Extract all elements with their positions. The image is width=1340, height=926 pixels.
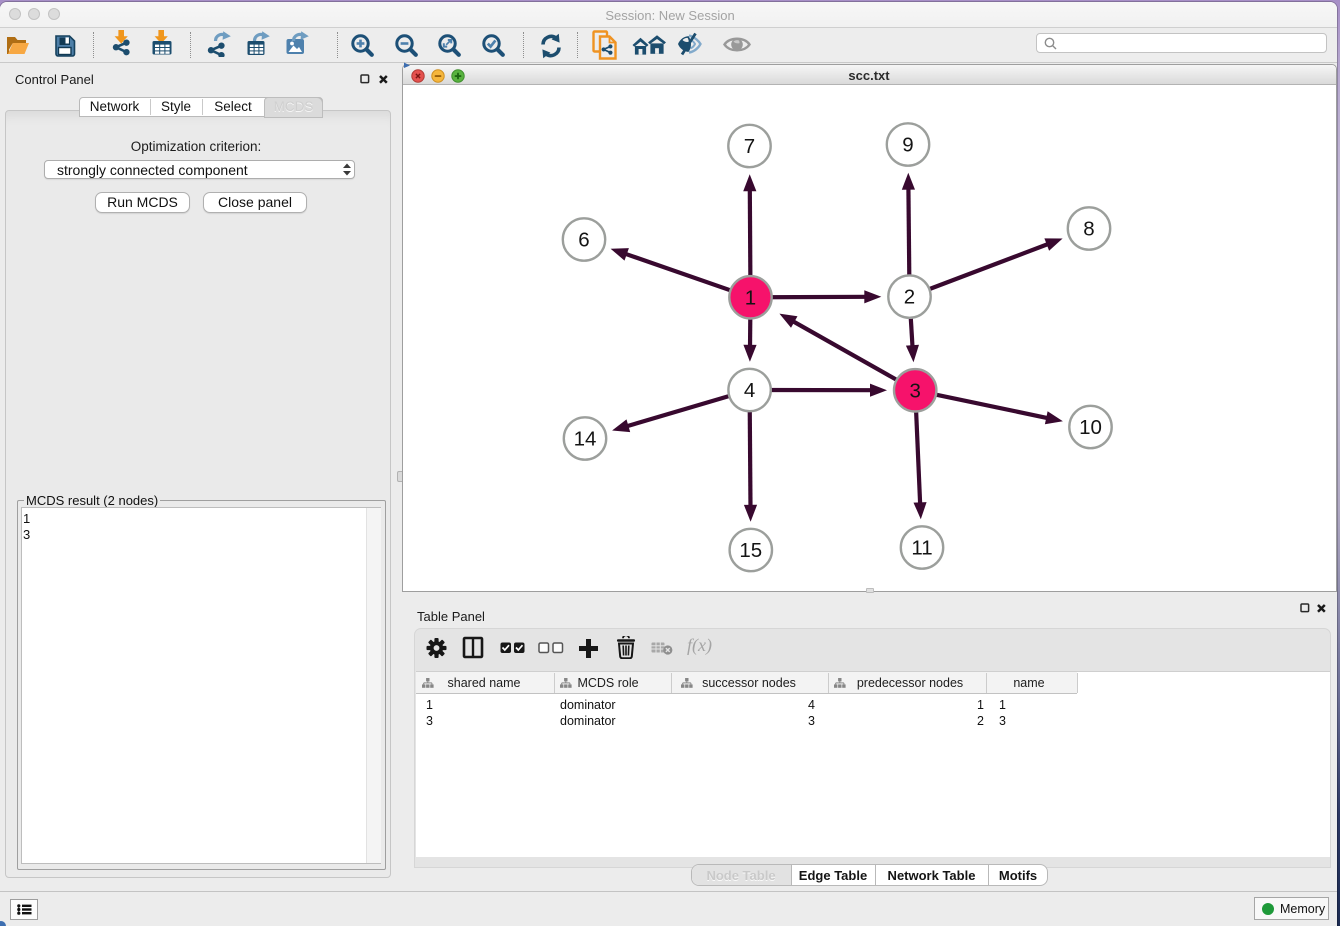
svg-text:11: 11 xyxy=(911,537,932,560)
svg-text:9: 9 xyxy=(902,134,913,157)
svg-text:7: 7 xyxy=(744,135,755,158)
svg-text:15: 15 xyxy=(739,539,762,562)
svg-text:10: 10 xyxy=(1079,416,1102,439)
svg-text:8: 8 xyxy=(1083,218,1094,241)
svg-text:1: 1 xyxy=(745,286,756,309)
svg-text:14: 14 xyxy=(574,428,597,451)
svg-text:4: 4 xyxy=(744,379,755,402)
svg-text:2: 2 xyxy=(904,286,915,309)
svg-text:3: 3 xyxy=(909,379,920,402)
svg-text:6: 6 xyxy=(578,229,589,252)
